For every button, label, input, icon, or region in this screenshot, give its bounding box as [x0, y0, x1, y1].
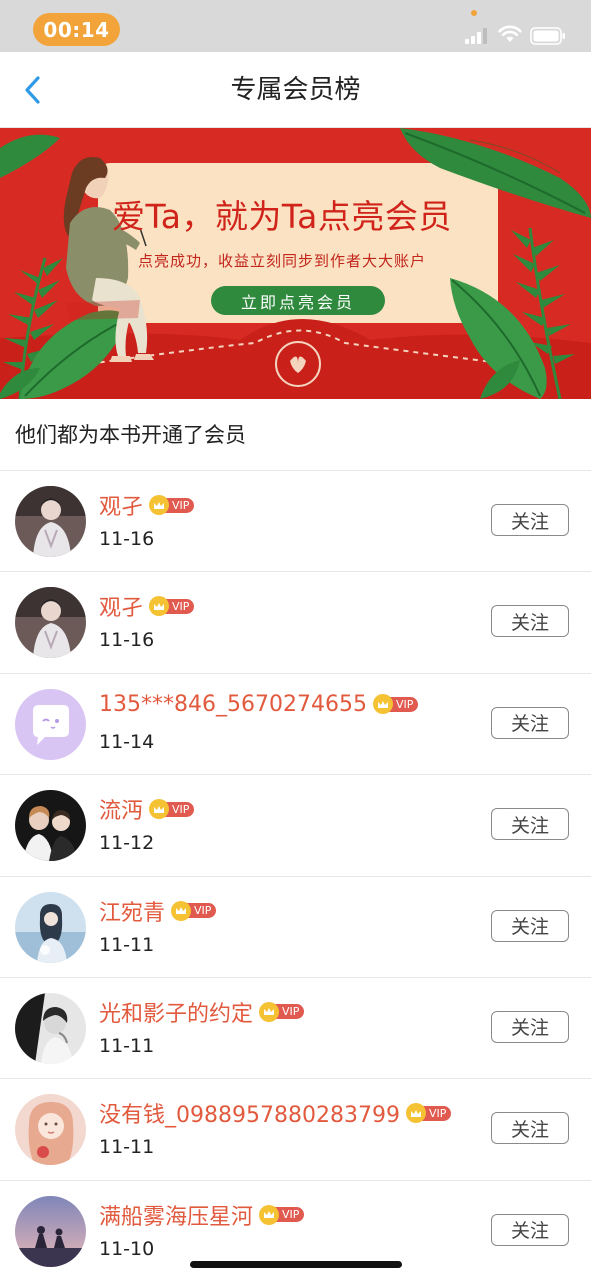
banner-subtext: 点亮成功，收益立刻同步到作者大大账户 — [138, 252, 427, 270]
list-item[interactable]: 流沔 VIP 11-12 关注 — [0, 775, 591, 877]
follow-button[interactable]: 关注 — [491, 706, 569, 739]
status-bar: 00:14 — [0, 0, 591, 52]
follow-button[interactable]: 关注 — [491, 808, 569, 841]
follow-button[interactable]: 关注 — [491, 605, 569, 638]
member-name[interactable]: 观孑 — [99, 590, 143, 622]
member-name[interactable]: 135***846_5670274655 — [99, 692, 367, 717]
member-date: 11-16 — [99, 528, 155, 550]
member-name[interactable]: 光和影子的约定 — [99, 996, 253, 1028]
list-item[interactable]: 没有钱_0988957880283799 VIP 11-11 关注 — [0, 1079, 591, 1181]
follow-button[interactable]: 关注 — [491, 1213, 569, 1246]
list-item[interactable]: 观孑 VIP 11-16 关注 — [0, 471, 591, 573]
vip-badge: VIP — [149, 495, 195, 515]
member-date: 11-11 — [99, 1034, 155, 1057]
member-name[interactable]: 满船雾海压星河 — [99, 1199, 253, 1231]
avatar[interactable] — [15, 587, 86, 659]
crown-icon — [171, 900, 192, 921]
member-name[interactable]: 观孑 — [99, 489, 143, 521]
member-name[interactable]: 没有钱_0988957880283799 — [99, 1097, 400, 1129]
navigation-bar: 专属会员榜 — [0, 52, 591, 128]
avatar[interactable] — [15, 1195, 86, 1267]
vip-badge: VIP — [149, 596, 195, 617]
avatar[interactable] — [15, 1094, 86, 1166]
member-date: 11-14 — [99, 730, 155, 753]
vip-badge: VIP — [372, 694, 419, 715]
vip-badge: VIP — [149, 799, 195, 820]
vip-badge: VIP — [171, 900, 217, 921]
vip-badge: VIP — [405, 1103, 452, 1124]
vip-badge: VIP — [259, 1001, 305, 1022]
avatar[interactable] — [15, 790, 86, 862]
member-date: 11-16 — [99, 629, 155, 652]
avatar[interactable] — [15, 891, 86, 963]
follow-button[interactable]: 关注 — [491, 909, 569, 942]
vip-badge: VIP — [259, 1204, 305, 1225]
avatar[interactable] — [15, 992, 86, 1064]
member-date: 11-11 — [99, 933, 155, 956]
member-date: 11-11 — [99, 1136, 155, 1159]
crown-icon — [259, 1001, 280, 1022]
light-up-membership-button[interactable]: 立即点亮会员 — [211, 286, 385, 315]
member-date: 11-10 — [99, 1237, 155, 1260]
member-name[interactable]: 流沔 — [99, 793, 143, 825]
battery-icon — [530, 27, 565, 45]
page-title: 专属会员榜 — [230, 75, 361, 105]
cellular-signal-icon — [465, 28, 487, 44]
avatar[interactable] — [15, 688, 86, 760]
avatar[interactable] — [15, 486, 86, 557]
section-heading: 他们都为本书开通了会员 — [0, 399, 591, 471]
status-time: 00:14 — [33, 13, 120, 46]
member-date: 11-12 — [99, 832, 155, 855]
member-list: 观孑 VIP 11-16 关注 观孑 VIP 11-16 关注 135***84… — [0, 471, 591, 1280]
home-indicator[interactable] — [190, 1261, 402, 1268]
recording-indicator — [471, 10, 477, 16]
banner-headline: 爱Ta，就为Ta点亮会员 — [112, 197, 452, 236]
promo-banner[interactable]: 爱Ta，就为Ta点亮会员 点亮成功，收益立刻同步到作者大大账户 立即点亮会员 — [0, 128, 591, 399]
list-item[interactable]: 观孑 VIP 11-16 关注 — [0, 572, 591, 674]
follow-button[interactable]: 关注 — [491, 504, 569, 536]
follow-button[interactable]: 关注 — [491, 1010, 569, 1043]
list-item[interactable]: 135***846_5670274655 VIP 11-14 关注 — [0, 674, 591, 776]
list-item[interactable]: 光和影子的约定 VIP 11-11 关注 — [0, 978, 591, 1080]
crown-icon — [259, 1204, 280, 1225]
crown-icon — [149, 495, 170, 515]
wifi-icon — [498, 25, 522, 42]
follow-button[interactable]: 关注 — [491, 1112, 569, 1145]
member-name[interactable]: 江宛青 — [99, 895, 165, 927]
list-item[interactable]: 江宛青 VIP 11-11 关注 — [0, 877, 591, 978]
